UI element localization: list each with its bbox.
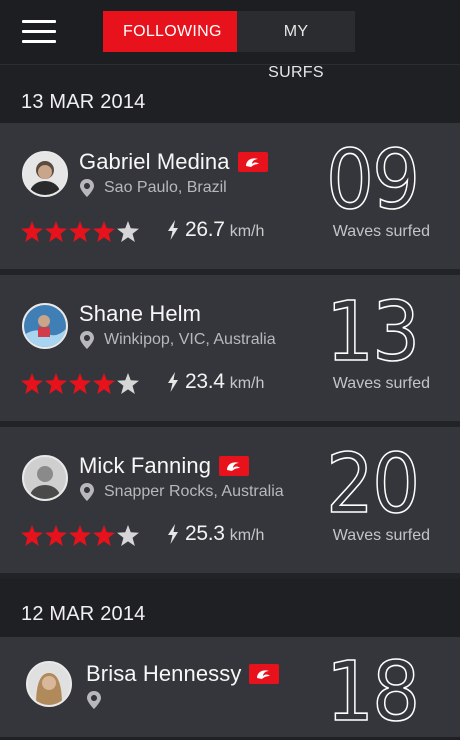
star-icon (117, 525, 139, 546)
surf-location: Sao Paulo, Brazil (104, 179, 227, 196)
avatar (22, 151, 68, 197)
star-icon (45, 221, 67, 242)
waves-label: Waves surfed (332, 527, 430, 544)
waves-count: 18 (325, 645, 421, 740)
tab-following[interactable]: FOLLOWING (103, 11, 237, 52)
date-header: 12 MAR 2014 (0, 579, 460, 637)
star-rating (21, 221, 141, 242)
top-speed: 25.3 (185, 522, 225, 545)
avatar (22, 455, 68, 501)
avatar (22, 303, 68, 349)
star-icon (69, 373, 91, 394)
session-card[interactable]: Brisa Hennessy 18 (0, 637, 460, 737)
ripcurl-badge-icon (237, 152, 268, 172)
star-icon (45, 525, 67, 546)
top-bar: FOLLOWING MY SURFS (0, 0, 460, 81)
speed-unit: km/h (229, 527, 265, 544)
hamburger-menu-icon[interactable] (22, 20, 56, 44)
lightning-bolt-icon (168, 372, 178, 392)
avatar (26, 661, 72, 707)
star-icon (21, 525, 43, 546)
waves-count: 20 (325, 437, 421, 532)
date-header: 13 MAR 2014 (0, 65, 460, 123)
waves-count: 09 (325, 133, 421, 228)
ripcurl-badge-icon (219, 456, 250, 476)
lightning-bolt-icon (168, 220, 178, 240)
waves-count: 13 (325, 285, 421, 380)
star-icon (93, 525, 115, 546)
star-icon (93, 373, 115, 394)
star-icon (93, 221, 115, 242)
top-speed: 26.7 (185, 218, 225, 241)
location-pin-icon (80, 483, 94, 501)
star-rating (21, 525, 141, 546)
view-toggle: FOLLOWING MY SURFS (103, 11, 355, 81)
lightning-bolt-icon (168, 524, 178, 544)
session-card[interactable]: Mick Fanning Snapper Rocks, Australia 25… (0, 427, 460, 579)
location-pin-icon (80, 331, 94, 349)
location-pin-icon (87, 691, 101, 709)
star-icon (117, 221, 139, 242)
star-icon (117, 373, 139, 394)
waves-label: Waves surfed (332, 223, 430, 240)
surf-location: Winkipop, VIC, Australia (104, 331, 276, 348)
star-icon (21, 221, 43, 242)
location-pin-icon (80, 179, 94, 197)
speed-unit: km/h (229, 375, 265, 392)
session-card[interactable]: Gabriel Medina Sao Paulo, Brazil 26.7 km… (0, 123, 460, 275)
surfer-name: Gabriel Medina (79, 149, 230, 174)
session-card[interactable]: Shane Helm Winkipop, VIC, Australia 23.4… (0, 275, 460, 427)
star-icon (69, 525, 91, 546)
ripcurl-badge-icon (249, 664, 280, 684)
top-speed: 23.4 (185, 370, 225, 393)
star-icon (69, 221, 91, 242)
star-rating (21, 373, 141, 394)
surfer-name: Shane Helm (79, 301, 202, 326)
star-icon (45, 373, 67, 394)
surf-location: Snapper Rocks, Australia (104, 483, 284, 500)
star-icon (21, 373, 43, 394)
tab-my-surfs[interactable]: MY SURFS (237, 11, 355, 81)
speed-unit: km/h (229, 223, 265, 240)
surfer-name: Mick Fanning (79, 453, 212, 478)
surfer-name: Brisa Hennessy (86, 661, 242, 686)
waves-label: Waves surfed (332, 375, 430, 392)
